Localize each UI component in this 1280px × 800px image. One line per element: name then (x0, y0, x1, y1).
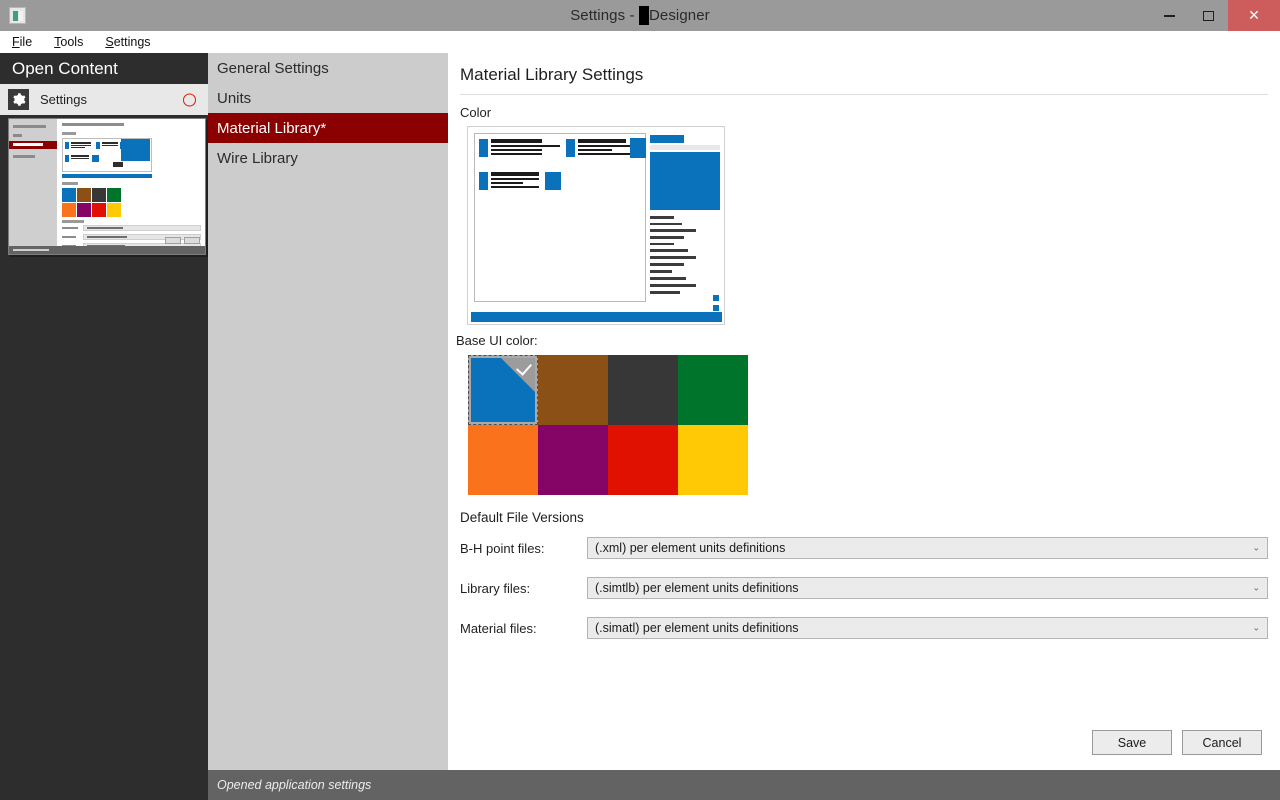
close-ring-icon[interactable] (183, 93, 196, 106)
status-bar-left-filler (0, 770, 208, 800)
row-material-files: Material files: (.simatl) per element un… (460, 613, 1268, 643)
open-content-panel: Open Content Settings (0, 53, 208, 770)
menu-bar: File Tools Settings (0, 31, 1280, 53)
maximize-icon (1203, 10, 1214, 21)
window-title-suffix: Designer (648, 7, 710, 24)
settings-content-panel: Material Library Settings Color Base UI … (448, 53, 1280, 770)
swatch-dark-gray[interactable] (608, 355, 678, 425)
theme-preview-accent-bar (471, 312, 722, 322)
menu-item-settings[interactable]: Settings (105, 35, 150, 49)
label-library-files: Library files: (460, 580, 531, 596)
status-bar: Opened application settings (208, 770, 1280, 800)
select-bh-point-files[interactable]: (.xml) per element units definitions ⌄ (587, 537, 1268, 559)
menu-accel-file: F (12, 35, 20, 49)
swatch-red[interactable] (608, 425, 678, 495)
title-bar: Settings - S Designer ✕ (0, 0, 1280, 31)
nav-item-units[interactable]: Units (208, 83, 448, 113)
close-button[interactable]: ✕ (1228, 0, 1280, 31)
open-content-header: Open Content (0, 53, 208, 84)
base-ui-color-swatches (468, 355, 748, 495)
open-content-item-settings[interactable]: Settings (0, 84, 208, 115)
chevron-down-icon: ⌄ (1252, 622, 1260, 633)
open-content-item-label: Settings (40, 92, 87, 107)
swatch-row-1 (468, 355, 748, 425)
select-value-material-files: (.simatl) per element units definitions (595, 621, 799, 635)
menu-accel-settings: S (105, 35, 114, 49)
chevron-down-icon: ⌄ (1252, 582, 1260, 593)
minimize-button[interactable] (1150, 0, 1189, 31)
window-title: Settings - S Designer (0, 0, 1280, 31)
row-bh-point-files: B-H point files: (.xml) per element unit… (460, 533, 1268, 563)
nav-item-general-settings[interactable]: General Settings (208, 53, 448, 83)
swatch-orange[interactable] (468, 425, 538, 495)
menu-label-file: ile (19, 35, 33, 49)
select-library-files[interactable]: (.simtlb) per element units definitions … (587, 577, 1268, 599)
label-bh-point-files: B-H point files: (460, 540, 545, 556)
select-value-library-files: (.simtlb) per element units definitions (595, 581, 799, 595)
color-section-label: Color (460, 105, 492, 120)
menu-item-file[interactable]: File (12, 35, 32, 49)
default-file-versions-rows: B-H point files: (.xml) per element unit… (460, 533, 1268, 653)
settings-nav-list: General Settings Units Material Library*… (208, 53, 448, 770)
settings-thumbnail[interactable] (8, 118, 206, 255)
window-title-prefix: Settings - (570, 7, 635, 24)
base-ui-color-label: Base UI color: (456, 333, 538, 348)
thumbnail-status (9, 246, 205, 254)
title-divider (460, 94, 1268, 95)
label-material-files: Material files: (460, 620, 537, 636)
swatch-yellow[interactable] (678, 425, 748, 495)
theme-preview-left-pane (474, 133, 646, 302)
nav-item-wire-library[interactable]: Wire Library (208, 143, 448, 173)
maximize-button[interactable] (1189, 0, 1228, 31)
swatch-green[interactable] (678, 355, 748, 425)
application-window: Settings - S Designer ✕ File Tools Setti… (0, 0, 1280, 800)
theme-preview (467, 126, 725, 325)
menu-label-settings: ettings (113, 35, 151, 49)
default-file-versions-label: Default File Versions (460, 510, 584, 525)
chevron-down-icon: ⌄ (1252, 542, 1260, 553)
swatch-brown[interactable] (538, 355, 608, 425)
menu-label-tools: ools (60, 35, 84, 49)
save-button[interactable]: Save (1092, 730, 1172, 755)
thumbnail-body (57, 119, 205, 254)
thumbnail-nav (9, 119, 57, 254)
menu-item-tools[interactable]: Tools (54, 35, 83, 49)
minimize-icon (1164, 14, 1175, 17)
cancel-button[interactable]: Cancel (1182, 730, 1262, 755)
dialog-buttons: Save Cancel (1082, 730, 1262, 755)
gear-icon (8, 89, 29, 110)
window-title-redacted: S (638, 6, 649, 25)
swatch-magenta[interactable] (538, 425, 608, 495)
page-title: Material Library Settings (460, 65, 644, 84)
swatch-row-2 (468, 425, 748, 495)
theme-preview-right-pane (648, 130, 722, 311)
swatch-blue[interactable] (468, 355, 538, 425)
window-controls: ✕ (1150, 0, 1280, 31)
row-library-files: Library files: (.simtlb) per element uni… (460, 573, 1268, 603)
select-value-bh-point-files: (.xml) per element units definitions (595, 541, 786, 555)
nav-item-material-library[interactable]: Material Library* (208, 113, 448, 143)
select-material-files[interactable]: (.simatl) per element units definitions … (587, 617, 1268, 639)
